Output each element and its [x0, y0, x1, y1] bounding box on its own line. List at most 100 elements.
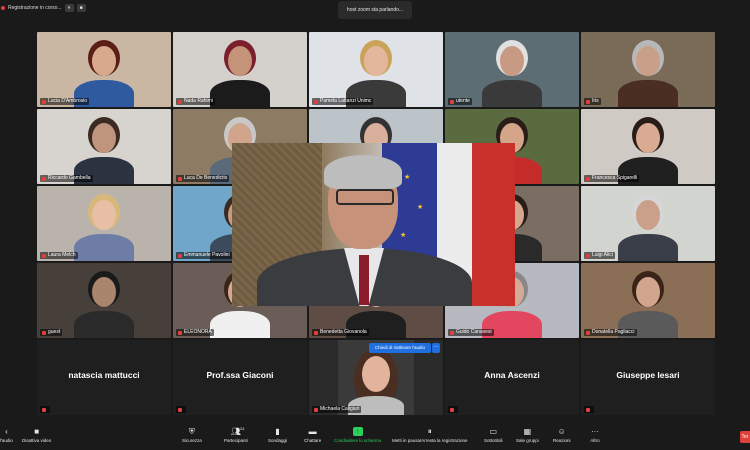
more-dots-icon: ···	[591, 427, 599, 436]
speaker-tie	[359, 255, 369, 305]
share-label: Condividere lo schermo	[334, 438, 382, 443]
participant-tile-no-video[interactable]: Giuseppe Iesari	[581, 340, 715, 415]
breakout-rooms-button[interactable]: ▦ Sale gruppi	[516, 427, 539, 443]
participant-name-tag: Luigi Alici	[584, 252, 615, 259]
stop-recording-button[interactable]: ■	[76, 4, 86, 12]
participant-name-tag	[176, 406, 186, 413]
participant-tile-no-video[interactable]: Prof.ssa Giaconi	[173, 340, 307, 415]
more-button[interactable]: ··· Altro	[590, 427, 600, 443]
participant-name: Guido Canavesi	[456, 329, 492, 335]
participant-shoulders	[618, 234, 678, 261]
participant-video	[309, 32, 443, 107]
participant-tile[interactable]: Francesca Spigarelli	[581, 109, 715, 184]
muted-mic-icon	[178, 253, 182, 258]
participant-name-tag: Francesca Spigarelli	[584, 175, 640, 182]
participant-name-tag: Laura Melch	[40, 252, 78, 259]
participant-shoulders	[210, 311, 270, 338]
participant-face	[636, 46, 660, 76]
chat-label: Chattare	[304, 438, 322, 443]
muted-mic-icon	[314, 407, 318, 412]
muted-mic-icon	[178, 99, 182, 104]
chat-button[interactable]: ▬ Chattare	[304, 427, 321, 443]
participant-name: Pamela Lattanzi Unimc	[320, 98, 372, 104]
pause-recording-button[interactable]: ⏸	[64, 4, 74, 12]
participant-name-tag	[584, 406, 594, 413]
unmute-request-popup[interactable]: Chiedi di riattivare l'audio	[369, 343, 431, 353]
participant-tile[interactable]: Iris	[581, 32, 715, 107]
share-screen-button[interactable]: ↑ Condividere lo schermo	[334, 427, 381, 443]
chat-bubble-icon: ▬	[308, 427, 317, 436]
participant-name: Lucia D'Ambrosio	[48, 98, 88, 104]
participant-face	[636, 200, 660, 230]
microphone-icon: ‹	[5, 427, 8, 436]
muted-mic-icon	[586, 99, 590, 104]
pause-stop-icon: ⏸	[427, 426, 432, 436]
participant-tile[interactable]: guest	[37, 263, 171, 338]
participant-tile-no-video[interactable]: natascia mattucci	[37, 340, 171, 415]
reactions-button[interactable]: ☺ Reazioni	[553, 427, 571, 443]
share-arrow-icon: ↑	[352, 427, 363, 436]
security-button[interactable]: ⛨ Sicurezza	[182, 427, 202, 444]
audio-button[interactable]: ‹ l'audio	[0, 427, 13, 443]
participant-video	[37, 186, 171, 261]
participant-shoulders	[482, 80, 542, 107]
muted-mic-icon	[586, 253, 590, 258]
video-camera-icon: ■	[34, 427, 40, 436]
participant-display-name: Prof.ssa Giaconi	[206, 370, 274, 380]
participant-face	[500, 46, 524, 76]
participant-tile-no-video[interactable]: Anna Ascenzi	[445, 340, 579, 415]
leave-meeting-button[interactable]: Ter	[740, 431, 750, 443]
speaker-glasses	[336, 189, 394, 205]
captions-button[interactable]: ▭ Sottotitoli	[484, 427, 503, 443]
stop-video-button[interactable]: ■ Disattiva video	[22, 427, 51, 443]
participant-tile[interactable]: Donatella Pagliacci	[581, 263, 715, 338]
muted-mic-icon	[586, 407, 590, 412]
participant-face	[92, 123, 116, 153]
participant-video	[445, 32, 579, 107]
participant-name: ELEONORA	[184, 329, 212, 335]
participant-name-tag: ELEONORA	[176, 329, 214, 336]
participant-name: Laura Melch	[48, 252, 76, 258]
participant-name-tag: Pamela Lattanzi Unimc	[312, 98, 374, 105]
participant-tile[interactable]: Laura Melch	[37, 186, 171, 261]
participant-display-name: Anna Ascenzi	[484, 370, 540, 380]
participant-name-tag: guest	[40, 329, 63, 336]
participant-name-tag: Iris	[584, 98, 601, 105]
participant-tile[interactable]: Riccardo Gambella	[37, 109, 171, 184]
muted-mic-icon	[42, 407, 46, 412]
reactions-label: Reazioni	[553, 438, 571, 443]
active-speaker-video[interactable]: ★ ★ ★	[232, 143, 515, 306]
muted-mic-icon	[178, 330, 182, 335]
participant-tile[interactable]: Pamela Lattanzi Unimc	[309, 32, 443, 107]
participant-name-tag: Guido Canavesi	[448, 329, 494, 336]
muted-mic-icon	[314, 330, 318, 335]
participant-video	[173, 32, 307, 107]
participant-display-name: natascia mattucci	[68, 370, 140, 380]
speaker-hair	[324, 155, 402, 189]
participant-display-name: Giuseppe Iesari	[616, 370, 680, 380]
participant-face	[636, 123, 660, 153]
participant-name-tag: Luca De Benedictis	[176, 175, 230, 182]
polls-button[interactable]: ▮ Sondaggi	[268, 427, 287, 443]
video-label: Disattiva video	[22, 438, 52, 443]
participant-tile[interactable]: Nada Rahimi	[173, 32, 307, 107]
participant-tile[interactable]: utente	[445, 32, 579, 107]
cc-icon: ▭	[489, 427, 498, 436]
participant-name: utente	[456, 98, 470, 104]
rooms-grid-icon: ▦	[523, 427, 532, 436]
pause-stop-recording-button[interactable]: ⏸ Metti in pausa/Arresta la registrazion…	[392, 426, 468, 444]
rooms-label: Sale gruppi	[516, 438, 539, 443]
muted-mic-icon	[42, 176, 46, 181]
popup-more-button[interactable]: ···	[432, 343, 440, 353]
recording-label: Registrazione in corso...	[8, 5, 62, 11]
participant-face	[362, 356, 390, 392]
more-label: Altro	[590, 438, 600, 443]
participant-face	[92, 277, 116, 307]
audio-label: l'audio	[0, 438, 13, 443]
muted-mic-icon	[178, 176, 182, 181]
participant-tile[interactable]: Luigi Alici	[581, 186, 715, 261]
participant-tile[interactable]: Lucia D'Ambrosio	[37, 32, 171, 107]
muted-mic-icon	[586, 176, 590, 181]
participant-name-tag: Nada Rahimi	[176, 98, 215, 105]
participant-video	[37, 32, 171, 107]
